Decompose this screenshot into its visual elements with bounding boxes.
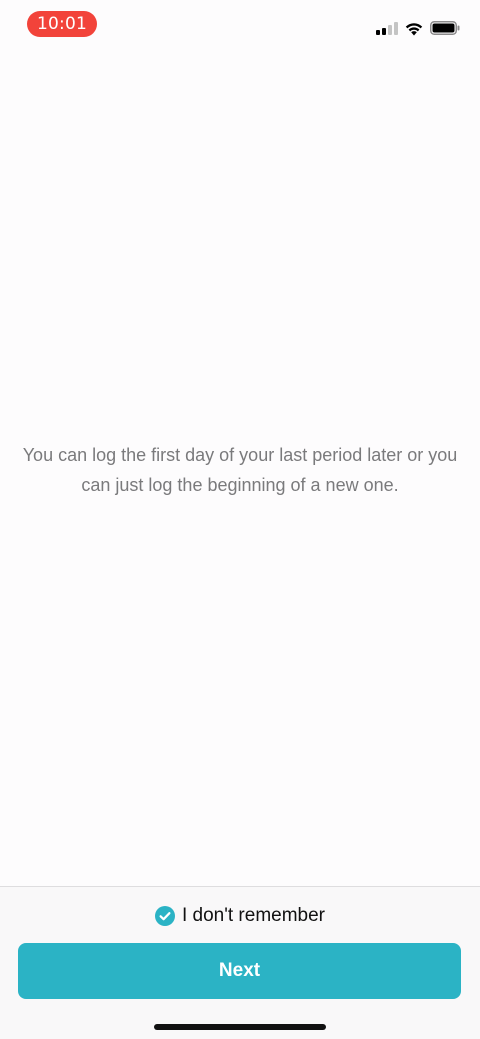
battery-icon	[430, 21, 460, 35]
checkmark-circle-icon	[154, 906, 175, 926]
wifi-icon	[405, 22, 423, 35]
bottom-panel: I don't remember Next	[0, 886, 480, 1039]
cellular-signal-icon	[376, 21, 398, 35]
dont-remember-checkbox[interactable]: I don't remember	[0, 905, 480, 927]
status-time: 10:01	[27, 11, 97, 37]
next-button[interactable]: Next	[18, 943, 461, 999]
home-indicator	[154, 1024, 326, 1030]
dont-remember-label: I don't remember	[181, 905, 326, 926]
onboarding-screen: 10:01 You can log the first day of your …	[0, 0, 480, 1039]
info-message: You can log the first day of your last p…	[22, 445, 458, 495]
status-icons	[376, 19, 460, 37]
status-bar: 10:01	[0, 0, 480, 48]
